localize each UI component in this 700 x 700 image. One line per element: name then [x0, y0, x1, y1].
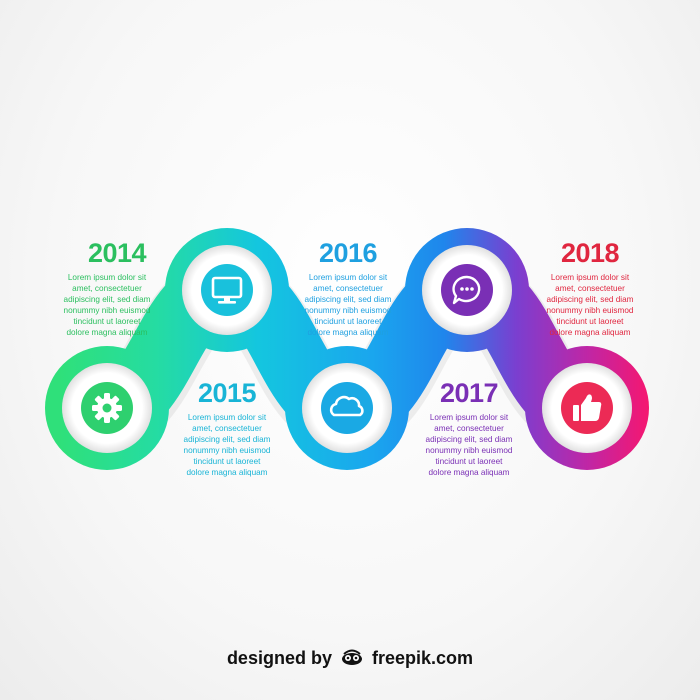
monitor-icon: [201, 264, 253, 316]
year-2014: 2014: [87, 238, 147, 268]
year-2016: 2016: [318, 238, 378, 268]
cloud-icon: [321, 382, 373, 434]
chat-bubble-icon: [441, 264, 493, 316]
freepik-logo-icon: [339, 648, 365, 666]
year-2015: 2015: [197, 378, 257, 408]
footer-prefix: designed by: [226, 648, 332, 668]
description-2015: Lorem ipsum dolor sit amet, consectetuer…: [183, 413, 271, 477]
attribution-footer: designed by freepik.com: [0, 648, 700, 669]
gear-icon: [81, 382, 133, 434]
year-2017: 2017: [439, 378, 499, 408]
footer-brand[interactable]: freepik.com: [372, 648, 473, 668]
year-2018: 2018: [560, 238, 620, 268]
description-2018: Lorem ipsum dolor sit amet, consectetuer…: [546, 273, 634, 337]
description-2017: Lorem ipsum dolor sit amet, consectetuer…: [425, 413, 513, 477]
timeline-graphic: [45, 228, 649, 470]
thumbs-up-icon: [561, 382, 613, 434]
description-2014: Lorem ipsum dolor sit amet, consectetuer…: [63, 273, 151, 337]
description-2016: Lorem ipsum dolor sit amet, consectetuer…: [304, 273, 392, 337]
